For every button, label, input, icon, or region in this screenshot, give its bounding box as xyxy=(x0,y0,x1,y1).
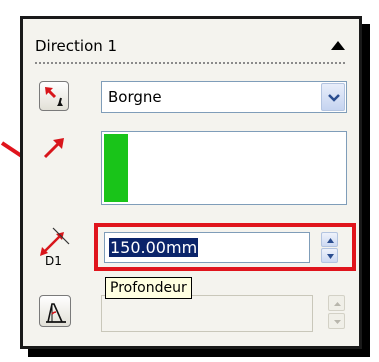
depth-decrement-button[interactable] xyxy=(321,248,338,263)
draft-button[interactable] xyxy=(39,295,71,327)
dropdown-button[interactable] xyxy=(321,83,345,111)
depth-input[interactable]: 150.00mm xyxy=(104,232,310,263)
end-condition-value: Borgne xyxy=(108,88,162,106)
caret-up-icon[interactable] xyxy=(331,41,345,50)
depth-icon-label: D1 xyxy=(45,254,62,268)
spin-down-icon xyxy=(327,254,334,259)
end-condition-select[interactable]: Borgne xyxy=(101,81,347,113)
section-header[interactable]: Direction 1 xyxy=(35,37,345,64)
depth-value: 150.00mm xyxy=(109,238,199,257)
draft-icon xyxy=(46,303,66,323)
direction-selection-box[interactable] xyxy=(101,131,347,205)
depth-highlight-box: 150.00mm xyxy=(94,223,356,271)
chevron-down-icon xyxy=(328,94,340,102)
reverse-direction-button[interactable] xyxy=(39,81,69,111)
spin-down-icon xyxy=(334,320,341,324)
spin-up-icon xyxy=(334,302,341,306)
direction-arrow-icon xyxy=(43,138,64,159)
spin-up-icon xyxy=(327,238,334,243)
section-title: Direction 1 xyxy=(35,37,118,55)
depth-tooltip: Profondeur xyxy=(105,277,192,299)
draft-increment-button[interactable] xyxy=(328,295,345,311)
selection-focus-indicator xyxy=(104,134,128,202)
dotted-divider xyxy=(35,62,345,64)
depth-increment-button[interactable] xyxy=(321,232,338,247)
property-panel: Direction 1 Borgne D1 150.00mm Profondeu… xyxy=(20,16,362,349)
draft-decrement-button[interactable] xyxy=(328,313,345,329)
reverse-direction-icon xyxy=(45,87,63,106)
depth-D1-icon: D1 xyxy=(40,227,70,268)
draft-angle-input[interactable] xyxy=(101,295,313,332)
